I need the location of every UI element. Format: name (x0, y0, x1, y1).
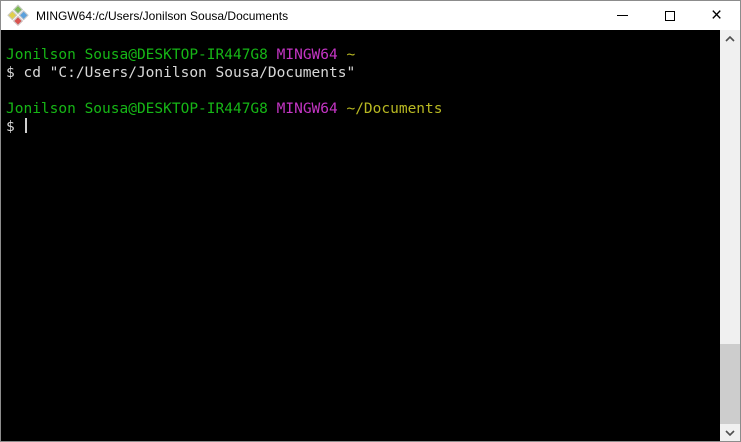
terminal-text-segment: MINGW64 (276, 47, 347, 63)
terminal-line: $ cd "C:/Users/Jonilson Sousa/Documents" (6, 64, 720, 82)
text-cursor (25, 118, 28, 133)
terminal-text-segment: Jonilson Sousa@DESKTOP-IR447G8 (6, 47, 277, 63)
terminal-text-segment: MINGW64 (276, 101, 347, 117)
chevron-down-icon (725, 429, 735, 436)
app-icon (7, 4, 30, 27)
scrollbar[interactable] (720, 30, 740, 441)
minimize-button[interactable] (599, 1, 646, 30)
terminal-text-segment: $ (6, 119, 24, 135)
terminal-line: Jonilson Sousa@DESKTOP-IR447G8 MINGW64 ~ (6, 46, 720, 64)
scroll-down-button[interactable] (720, 424, 740, 441)
maximize-icon (664, 10, 675, 21)
minimize-icon (617, 15, 628, 16)
scroll-up-button[interactable] (720, 30, 740, 47)
terminal-line: $ (6, 118, 720, 136)
terminal-text-segment: $ cd "C:/Users/Jonilson Sousa/Documents" (6, 65, 356, 81)
terminal-output: Jonilson Sousa@DESKTOP-IR447G8 MINGW64 ~… (6, 46, 720, 136)
chevron-up-icon (725, 35, 735, 42)
close-button[interactable]: × (693, 1, 740, 30)
window-controls: × (599, 1, 740, 30)
terminal-text-segment: Jonilson Sousa@DESKTOP-IR447G8 (6, 101, 277, 117)
terminal-window: MINGW64:/c/Users/Jonilson Sousa/Document… (0, 0, 741, 442)
window-title: MINGW64:/c/Users/Jonilson Sousa/Document… (36, 8, 289, 23)
terminal-screen[interactable]: Jonilson Sousa@DESKTOP-IR447G8 MINGW64 ~… (1, 30, 720, 441)
close-icon: × (710, 5, 723, 26)
terminal-text-segment: ~ (346, 47, 356, 63)
titlebar[interactable]: MINGW64:/c/Users/Jonilson Sousa/Document… (1, 1, 740, 30)
scrollbar-thumb[interactable] (720, 344, 740, 424)
terminal-line: Jonilson Sousa@DESKTOP-IR447G8 MINGW64 ~… (6, 100, 720, 118)
maximize-button[interactable] (646, 1, 693, 30)
terminal-text-segment: ~/Documents (346, 101, 443, 117)
